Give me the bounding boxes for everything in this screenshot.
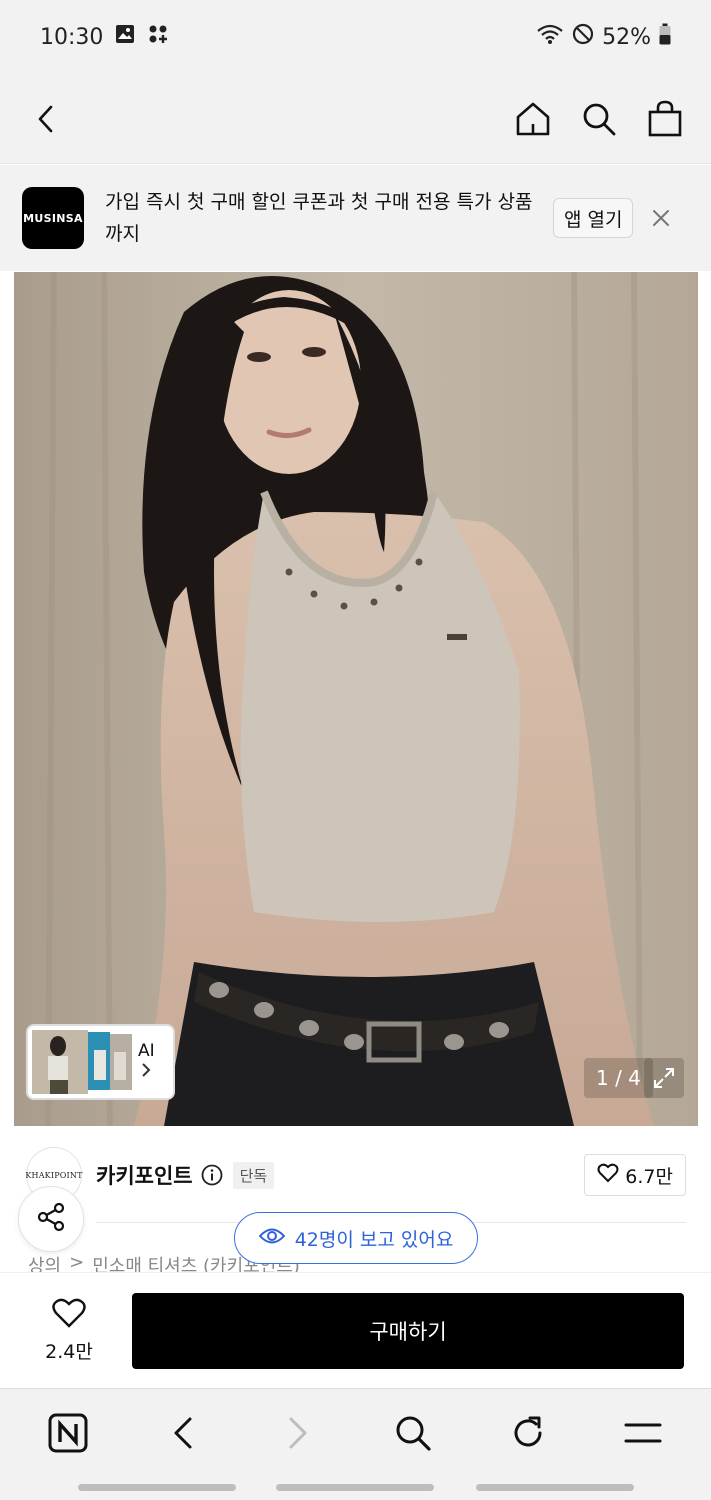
brand-row: KHAKIPOINT 카키포인트 단독 6.7만 bbox=[25, 1147, 686, 1203]
back-arrow-icon[interactable] bbox=[163, 1413, 203, 1453]
back-icon[interactable] bbox=[26, 99, 66, 139]
brand-like-count: 6.7만 bbox=[625, 1165, 673, 1188]
product-image[interactable]: AI 1 / 4 bbox=[14, 272, 698, 1126]
heart-icon bbox=[597, 1163, 619, 1188]
naver-icon[interactable] bbox=[48, 1413, 88, 1453]
eye-icon bbox=[258, 1227, 286, 1250]
bag-icon[interactable] bbox=[645, 99, 685, 139]
gesture-pill bbox=[78, 1484, 236, 1491]
battery-percent: 52% bbox=[602, 24, 651, 50]
gesture-pill bbox=[476, 1484, 634, 1491]
wishlist-count: 2.4만 bbox=[45, 1340, 93, 1363]
status-bar: 10:30 52% bbox=[0, 0, 711, 74]
brand-like-button[interactable]: 6.7만 bbox=[584, 1154, 686, 1196]
gesture-bar bbox=[0, 1476, 711, 1500]
search-icon[interactable] bbox=[393, 1413, 433, 1453]
purchase-bar: 2.4만 구매하기 bbox=[0, 1272, 711, 1388]
viewers-text: 42명이 보고 있어요 bbox=[294, 1228, 454, 1251]
musinsa-logo: MUSINSA bbox=[22, 187, 84, 249]
buy-button[interactable]: 구매하기 bbox=[132, 1292, 684, 1369]
exclusive-badge: 단독 bbox=[232, 1161, 275, 1189]
share-icon bbox=[35, 1201, 67, 1237]
heart-icon bbox=[52, 1298, 86, 1333]
open-app-button[interactable]: 앱 열기 bbox=[553, 198, 634, 238]
gallery-icon bbox=[115, 24, 135, 50]
home-icon[interactable] bbox=[513, 99, 553, 139]
wifi-icon bbox=[536, 23, 564, 51]
notification-icon bbox=[147, 23, 169, 51]
breadcrumb-item[interactable]: 상의 bbox=[28, 1252, 61, 1274]
banner-message: 가입 즉시 첫 구매 할인 쿠폰과 첫 구매 전용 특가 상품까지 bbox=[105, 191, 533, 245]
breadcrumb-separator: > bbox=[69, 1252, 85, 1273]
app-install-banner: MUSINSA 가입 즉시 첫 구매 할인 쿠폰과 첫 구매 전용 특가 상품까… bbox=[0, 165, 711, 271]
product-photo bbox=[14, 272, 698, 1126]
image-page-indicator: 1 / 4 bbox=[584, 1058, 653, 1098]
top-nav bbox=[0, 74, 711, 164]
forward-arrow-icon[interactable] bbox=[278, 1413, 318, 1453]
browser-toolbar bbox=[0, 1388, 711, 1476]
wishlist-button[interactable]: 2.4만 bbox=[26, 1298, 112, 1364]
status-time: 10:30 bbox=[40, 24, 104, 50]
dnd-icon bbox=[572, 23, 594, 51]
expand-icon[interactable] bbox=[644, 1058, 684, 1098]
brand-name[interactable]: 카키포인트 bbox=[96, 1160, 193, 1190]
info-icon[interactable] bbox=[201, 1164, 223, 1186]
close-icon[interactable] bbox=[643, 200, 679, 236]
menu-icon[interactable] bbox=[623, 1413, 663, 1453]
ai-look-thumbnail[interactable]: AI bbox=[28, 1026, 173, 1098]
ai-thumbnail-images bbox=[32, 1030, 132, 1094]
ai-label: AI bbox=[138, 1040, 155, 1061]
search-icon[interactable] bbox=[579, 99, 619, 139]
battery-icon bbox=[659, 23, 671, 51]
refresh-icon[interactable] bbox=[508, 1413, 548, 1453]
gesture-pill bbox=[276, 1484, 434, 1491]
chevron-right-icon bbox=[140, 1061, 152, 1084]
share-button[interactable] bbox=[18, 1186, 84, 1252]
viewers-count-pill: 42명이 보고 있어요 bbox=[234, 1212, 478, 1264]
